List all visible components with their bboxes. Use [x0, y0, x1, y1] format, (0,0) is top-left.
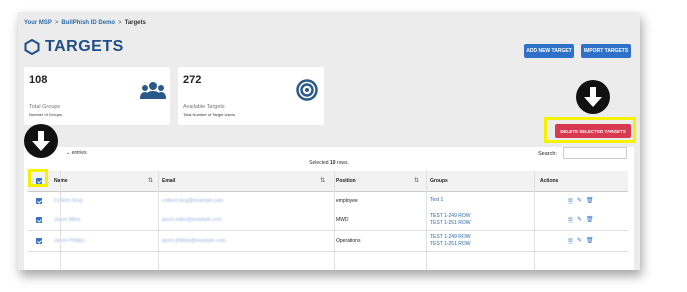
row-position: MWD: [336, 217, 349, 223]
delete-icon[interactable]: 🗑: [586, 237, 594, 244]
selected-prefix: Selected: [309, 160, 329, 166]
row-email: jason.miles@example.com: [162, 217, 222, 223]
available-targets-card: 272 Available Targets Total Number of Ta…: [178, 67, 324, 125]
breadcrumb-demo[interactable]: BullPhish ID Demo: [61, 20, 115, 26]
delete-selected-targets-button[interactable]: DELETE SELECTED TARGETS: [555, 124, 631, 138]
users-icon: [140, 82, 166, 99]
total-groups-card: 108 Total Groups Number of Groups: [24, 67, 170, 125]
edit-icon[interactable]: ✎: [577, 216, 582, 223]
hexagon-icon: [24, 39, 40, 55]
row-name[interactable]: Jason Miles: [54, 217, 80, 223]
breadcrumb-msp[interactable]: Your MSP: [24, 20, 52, 26]
selected-suffix: rows.: [336, 160, 349, 166]
row-groups: TEST 1-249 ROW TEST 1-251 ROW: [430, 234, 470, 248]
column-divider: [534, 171, 535, 270]
sort-icon[interactable]: ⇅: [414, 177, 419, 184]
page-title-text: TARGETS: [45, 38, 124, 55]
screenshot-frame: Your MSP > BullPhish ID Demo > Targets TARGE…: [18, 12, 640, 270]
selected-rows-info: Selected 10 rows.: [18, 160, 640, 166]
column-position[interactable]: Position: [336, 171, 356, 191]
row-checkbox[interactable]: [36, 217, 42, 223]
delete-icon[interactable]: 🗑: [586, 197, 594, 204]
row-name[interactable]: Colleen King: [54, 198, 82, 204]
column-email[interactable]: Email: [162, 171, 175, 191]
group-link[interactable]: TEST 1-251 ROW: [430, 220, 470, 227]
table-row[interactable]: Jason Miles jason.miles@example.com MWD …: [28, 210, 628, 231]
table-row[interactable]: Jason Phillips jason.phillips@example.co…: [28, 231, 628, 252]
delete-icon[interactable]: 🗑: [586, 216, 594, 223]
row-groups: Test 1: [430, 197, 443, 204]
column-divider: [60, 171, 61, 270]
arrow-down-icon: [24, 124, 58, 158]
select-all-highlight-box: [28, 169, 48, 187]
row-email: jason.phillips@example.com: [162, 238, 226, 244]
total-groups-sublabel: Number of Groups: [29, 112, 62, 117]
total-groups-label: Total Groups: [29, 104, 61, 110]
import-targets-button[interactable]: IMPORT TARGETS: [581, 44, 631, 58]
available-targets-sublabel: Total Number of Target Users: [183, 112, 235, 117]
row-checkbox[interactable]: [36, 238, 42, 244]
column-divider: [158, 171, 159, 270]
view-icon[interactable]: 🗎: [568, 237, 573, 247]
entries-label: entries: [71, 150, 87, 156]
row-position: Operations: [336, 238, 361, 244]
breadcrumb-current: Targets: [124, 20, 146, 26]
column-divider: [334, 171, 335, 270]
selected-count: 10: [329, 160, 336, 166]
row-position: employee: [336, 198, 358, 204]
search-label: Search:: [538, 151, 557, 157]
row-name[interactable]: Jason Phillips: [54, 238, 85, 244]
group-link[interactable]: Test 1: [430, 197, 443, 204]
available-targets-label: Available Targets: [183, 104, 225, 110]
add-new-target-button[interactable]: ADD NEW TARGET: [524, 44, 574, 58]
table-row[interactable]: Colleen King colleen.king@example.com em…: [28, 192, 628, 211]
row-email: colleen.king@example.com: [162, 198, 224, 204]
column-actions: Actions: [540, 178, 559, 184]
search-input[interactable]: [563, 147, 627, 159]
breadcrumb: Your MSP > BullPhish ID Demo > Targets: [24, 20, 146, 26]
table-header: Name ⇅ Email ⇅ Position ⇅ Groups Actions: [28, 171, 628, 192]
row-groups: TEST 1-249 ROW TEST 1-251 ROW: [430, 213, 470, 227]
view-icon[interactable]: 🗎: [568, 197, 573, 207]
view-icon[interactable]: 🗎: [568, 216, 573, 226]
total-groups-value: 108: [29, 74, 48, 86]
entries-selector[interactable]: ⌄ entries: [66, 150, 87, 156]
page-title: TARGETS: [24, 38, 124, 56]
group-link[interactable]: TEST 1-249 ROW: [430, 213, 470, 220]
column-divider: [426, 171, 427, 270]
sort-icon[interactable]: ⇅: [148, 177, 153, 184]
edit-icon[interactable]: ✎: [577, 237, 582, 244]
row-checkbox[interactable]: [36, 198, 42, 204]
target-icon: [296, 79, 318, 101]
column-groups[interactable]: Groups: [430, 171, 448, 191]
edit-icon[interactable]: ✎: [577, 197, 582, 204]
available-targets-value: 272: [183, 74, 202, 86]
chevron-down-icon: ⌄: [66, 150, 71, 156]
arrow-down-icon: [576, 80, 610, 114]
sort-icon[interactable]: ⇅: [320, 177, 325, 184]
group-link[interactable]: TEST 1-249 ROW: [430, 234, 470, 241]
group-link[interactable]: TEST 1-251 ROW: [430, 241, 470, 248]
